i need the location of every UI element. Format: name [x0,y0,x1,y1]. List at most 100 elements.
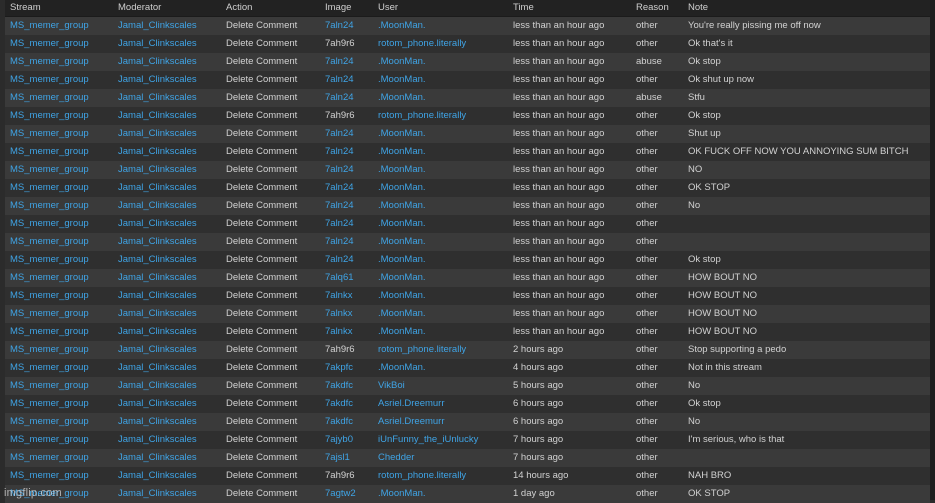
stream-link[interactable]: MS_memer_group [5,467,113,485]
stream-link[interactable]: MS_memer_group [5,125,113,143]
image-link[interactable]: 7ah9r6 [320,35,373,53]
user-link[interactable]: .MoonMan. [373,125,508,143]
moderator-link[interactable]: Jamal_Clinkscales [113,107,221,125]
header-reason[interactable]: Reason [631,0,683,17]
stream-link[interactable]: MS_memer_group [5,197,113,215]
moderator-link[interactable]: Jamal_Clinkscales [113,233,221,251]
user-link[interactable]: .MoonMan. [373,179,508,197]
stream-link[interactable]: MS_memer_group [5,161,113,179]
user-link[interactable]: .MoonMan. [373,359,508,377]
header-time[interactable]: Time [508,0,631,17]
stream-link[interactable]: MS_memer_group [5,449,113,467]
stream-link[interactable]: MS_memer_group [5,269,113,287]
user-link[interactable]: rotom_phone.literally [373,341,508,359]
moderator-link[interactable]: Jamal_Clinkscales [113,53,221,71]
stream-link[interactable]: MS_memer_group [5,359,113,377]
moderator-link[interactable]: Jamal_Clinkscales [113,431,221,449]
stream-link[interactable]: MS_memer_group [5,35,113,53]
moderator-link[interactable]: Jamal_Clinkscales [113,71,221,89]
user-link[interactable]: .MoonMan. [373,161,508,179]
stream-link[interactable]: MS_memer_group [5,287,113,305]
image-link[interactable]: 7aln24 [320,143,373,161]
moderator-link[interactable]: Jamal_Clinkscales [113,467,221,485]
moderator-link[interactable]: Jamal_Clinkscales [113,215,221,233]
stream-link[interactable]: MS_memer_group [5,341,113,359]
image-link[interactable]: 7akpfc [320,359,373,377]
image-link[interactable]: 7alnkx [320,287,373,305]
user-link[interactable]: Asriel.Dreemurr [373,413,508,431]
image-link[interactable]: 7aln24 [320,71,373,89]
user-link[interactable]: .MoonMan. [373,215,508,233]
image-link[interactable]: 7aln24 [320,233,373,251]
moderator-link[interactable]: Jamal_Clinkscales [113,125,221,143]
user-link[interactable]: .MoonMan. [373,197,508,215]
moderator-link[interactable]: Jamal_Clinkscales [113,197,221,215]
moderator-link[interactable]: Jamal_Clinkscales [113,359,221,377]
stream-link[interactable]: MS_memer_group [5,431,113,449]
image-link[interactable]: 7ah9r6 [320,341,373,359]
stream-link[interactable]: MS_memer_group [5,413,113,431]
image-link[interactable]: 7ah9r6 [320,107,373,125]
user-link[interactable]: VikBoi [373,377,508,395]
moderator-link[interactable]: Jamal_Clinkscales [113,161,221,179]
user-link[interactable]: .MoonMan. [373,485,508,503]
image-link[interactable]: 7akdfc [320,413,373,431]
moderator-link[interactable]: Jamal_Clinkscales [113,395,221,413]
image-link[interactable]: 7aln24 [320,89,373,107]
moderator-link[interactable]: Jamal_Clinkscales [113,269,221,287]
header-image[interactable]: Image [320,0,373,17]
image-link[interactable]: 7aln24 [320,125,373,143]
stream-link[interactable]: MS_memer_group [5,143,113,161]
user-link[interactable]: .MoonMan. [373,251,508,269]
moderator-link[interactable]: Jamal_Clinkscales [113,323,221,341]
image-link[interactable]: 7aln24 [320,161,373,179]
moderator-link[interactable]: Jamal_Clinkscales [113,251,221,269]
user-link[interactable]: .MoonMan. [373,287,508,305]
user-link[interactable]: Chedder [373,449,508,467]
image-link[interactable]: 7aln24 [320,251,373,269]
image-link[interactable]: 7aln24 [320,215,373,233]
moderator-link[interactable]: Jamal_Clinkscales [113,35,221,53]
header-user[interactable]: User [373,0,508,17]
stream-link[interactable]: MS_memer_group [5,323,113,341]
moderator-link[interactable]: Jamal_Clinkscales [113,287,221,305]
user-link[interactable]: .MoonMan. [373,53,508,71]
stream-link[interactable]: MS_memer_group [5,53,113,71]
moderator-link[interactable]: Jamal_Clinkscales [113,449,221,467]
user-link[interactable]: .MoonMan. [373,71,508,89]
scrollbar-track[interactable] [930,0,935,500]
moderator-link[interactable]: Jamal_Clinkscales [113,179,221,197]
moderator-link[interactable]: Jamal_Clinkscales [113,89,221,107]
image-link[interactable]: 7ajyb0 [320,431,373,449]
stream-link[interactable]: MS_memer_group [5,251,113,269]
image-link[interactable]: 7alq61 [320,269,373,287]
user-link[interactable]: .MoonMan. [373,269,508,287]
stream-link[interactable]: MS_memer_group [5,305,113,323]
moderator-link[interactable]: Jamal_Clinkscales [113,341,221,359]
user-link[interactable]: rotom_phone.literally [373,107,508,125]
user-link[interactable]: iUnFunny_the_iUnlucky [373,431,508,449]
user-link[interactable]: .MoonMan. [373,323,508,341]
user-link[interactable]: rotom_phone.literally [373,35,508,53]
image-link[interactable]: 7alnkx [320,323,373,341]
moderator-link[interactable]: Jamal_Clinkscales [113,377,221,395]
image-link[interactable]: 7aln24 [320,179,373,197]
stream-link[interactable]: MS_memer_group [5,215,113,233]
header-note[interactable]: Note [683,0,930,17]
stream-link[interactable]: MS_memer_group [5,17,113,36]
header-stream[interactable]: Stream [5,0,113,17]
header-action[interactable]: Action [221,0,320,17]
user-link[interactable]: rotom_phone.literally [373,467,508,485]
user-link[interactable]: .MoonMan. [373,305,508,323]
moderator-link[interactable]: Jamal_Clinkscales [113,485,221,503]
stream-link[interactable]: MS_memer_group [5,395,113,413]
header-moderator[interactable]: Moderator [113,0,221,17]
moderator-link[interactable]: Jamal_Clinkscales [113,17,221,36]
moderator-link[interactable]: Jamal_Clinkscales [113,413,221,431]
image-link[interactable]: 7aln24 [320,17,373,36]
stream-link[interactable]: MS_memer_group [5,107,113,125]
image-link[interactable]: 7alnkx [320,305,373,323]
image-link[interactable]: 7ah9r6 [320,467,373,485]
stream-link[interactable]: MS_memer_group [5,179,113,197]
stream-link[interactable]: MS_memer_group [5,89,113,107]
